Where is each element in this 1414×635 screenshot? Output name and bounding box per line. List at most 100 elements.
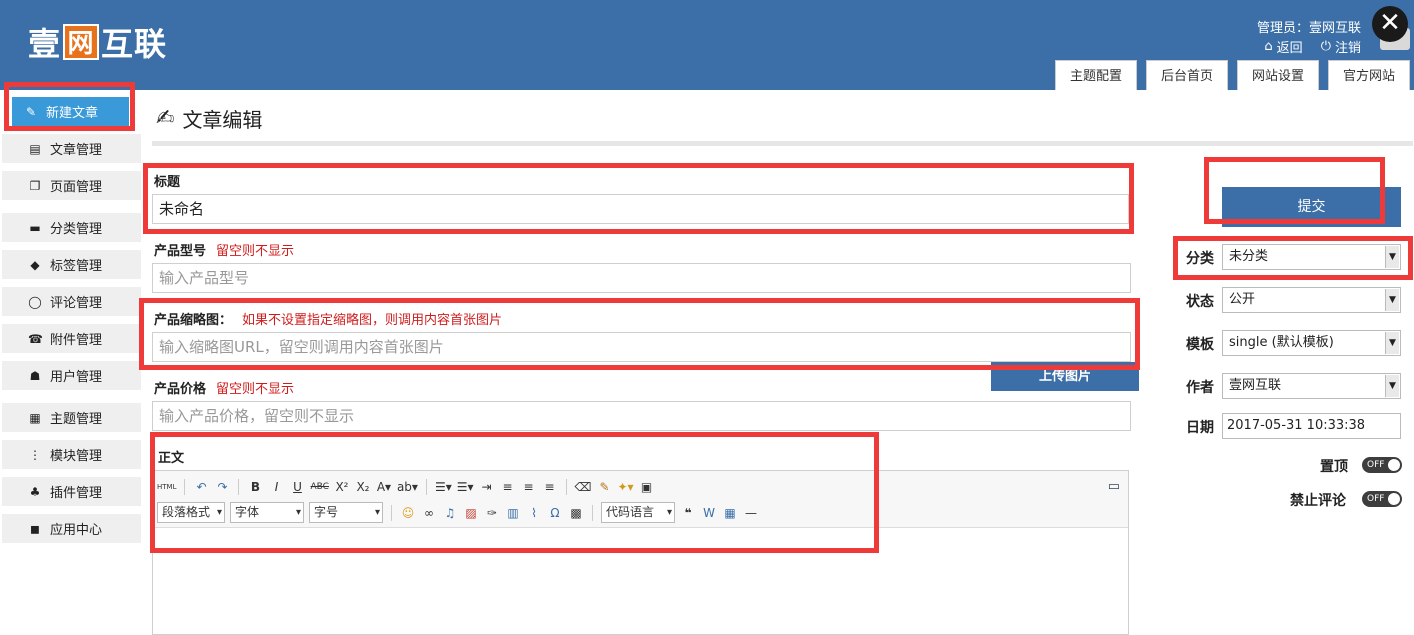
image-icon[interactable]: ▨ — [463, 504, 479, 522]
fullscreen-icon[interactable]: ▭ — [1108, 479, 1120, 494]
eraser-icon[interactable]: ⌫ — [575, 478, 592, 496]
superscript-icon[interactable]: X² — [334, 478, 350, 496]
tab-admin-home[interactable]: 后台首页 — [1145, 60, 1228, 90]
admin-links: ⌂ 返回 ⏻ 注销 — [1264, 37, 1361, 56]
horizontal-rule-icon[interactable]: — — [743, 504, 759, 522]
logout-link[interactable]: ⏻ 注销 — [1321, 37, 1361, 56]
highlight-icon[interactable]: ab▾ — [397, 478, 418, 496]
toolbar-separator — [565, 479, 567, 495]
italic-icon[interactable]: I — [268, 478, 284, 496]
price-hint: 留空则不显示 — [216, 382, 295, 397]
model-input[interactable]: 输入产品型号 — [152, 263, 1131, 293]
sidebar-item-label: 评论管理 — [50, 296, 103, 311]
blockquote-icon[interactable]: ❝ — [680, 504, 696, 522]
code-language-select[interactable]: 代码语言 — [601, 502, 676, 523]
model-label: 产品型号 留空则不显示 — [154, 240, 294, 259]
sidebar-item-module-manage[interactable]: ⋮ 模块管理 — [2, 440, 141, 470]
status-label: 状态 — [1186, 294, 1214, 310]
template-select[interactable]: single (默认模板) ▼ — [1222, 330, 1401, 356]
sidebar-item-app-center[interactable]: ◼ 应用中心 — [2, 514, 141, 544]
upload-image-button[interactable]: 上传图片 — [991, 362, 1139, 391]
sidebar-item-theme-manage[interactable]: ▦ 主题管理 — [2, 403, 141, 433]
sidebar-item-attachment-manage[interactable]: ☎ 附件管理 — [2, 324, 141, 354]
paragraph-format-select[interactable]: 段落格式 — [157, 502, 226, 523]
tag-icon: ◆ — [30, 257, 40, 272]
undo-icon[interactable]: ↶ — [193, 478, 209, 496]
emoji-icon[interactable]: ☺ — [400, 504, 416, 522]
bold-icon[interactable]: B — [247, 478, 263, 496]
video-icon[interactable]: ▥ — [505, 504, 521, 522]
price-input[interactable]: 输入产品价格，留空则不显示 — [152, 401, 1131, 431]
app-center-icon: ◼ — [30, 521, 40, 536]
strikethrough-icon[interactable]: ABC — [310, 478, 328, 496]
indent-icon[interactable]: ⇥ — [479, 478, 495, 496]
tab-official-site[interactable]: 官方网站 — [1327, 60, 1410, 90]
toolbar-separator — [592, 504, 594, 521]
redo-icon[interactable]: ↷ — [214, 478, 230, 496]
sidebar-item-label: 页面管理 — [50, 180, 103, 195]
site-logo[interactable]: 壹 网 互联 — [28, 22, 168, 63]
underline-icon[interactable]: U — [289, 478, 305, 496]
music-icon[interactable]: ♫ — [442, 504, 458, 522]
sidebar-item-user-manage[interactable]: ☗ 用户管理 — [2, 361, 141, 391]
align-right-icon[interactable]: ≡ — [542, 478, 558, 496]
toolbar-row-1: HTML ↶ ↷ B I U ABC X² X₂ A▾ ab▾ ☰▾ ☰▾ ⇥ … — [157, 478, 655, 496]
thumbnail-label: 产品缩略图： 如果不设置指定缩略图，则调用内容首张图片 — [154, 309, 502, 328]
font-family-select[interactable]: 字体 — [230, 502, 305, 523]
sidebar-item-label: 分类管理 — [50, 222, 103, 237]
sidebar-item-new-article[interactable]: ✎ 新建文章 — [12, 97, 129, 127]
sidebar-item-tag-manage[interactable]: ◆ 标签管理 — [2, 250, 141, 280]
submit-button[interactable]: 提交 — [1222, 187, 1401, 227]
page-title-text: 文章编辑 — [182, 108, 263, 132]
map-icon[interactable]: ▩ — [568, 504, 584, 522]
back-label: 返回 — [1276, 41, 1303, 56]
template-value: single (默认模板) — [1229, 335, 1334, 350]
editor-content-area[interactable] — [153, 528, 1128, 634]
module-icon: ⋮ — [29, 447, 41, 462]
unordered-list-icon[interactable]: ☰▾ — [457, 478, 474, 496]
thumbnail-input[interactable]: 输入缩略图URL，留空则调用内容首张图片 — [152, 332, 1131, 362]
html-source-button[interactable]: HTML — [157, 478, 176, 496]
format-brush-icon[interactable]: ✎ — [596, 478, 612, 496]
font-size-select[interactable]: 字号 — [309, 502, 384, 523]
model-hint: 留空则不显示 — [216, 244, 295, 259]
date-input[interactable]: 2017-05-31 10:33:38 — [1222, 413, 1401, 439]
ordered-list-icon[interactable]: ☰▾ — [435, 478, 452, 496]
sidebar-item-page-manage[interactable]: ❐ 页面管理 — [2, 171, 141, 201]
back-link[interactable]: ⌂ 返回 — [1264, 37, 1302, 56]
paste-text-icon[interactable]: ▣ — [639, 478, 655, 496]
align-center-icon[interactable]: ≡ — [521, 478, 537, 496]
word-paste-icon[interactable]: W — [701, 504, 717, 522]
sidebar-item-article-manage[interactable]: ▤ 文章管理 — [2, 134, 141, 164]
tab-theme-config[interactable]: 主题配置 — [1054, 60, 1137, 90]
tab-site-settings[interactable]: 网站设置 — [1236, 60, 1319, 90]
scrawl-icon[interactable]: ✑ — [484, 504, 500, 522]
status-select[interactable]: 公开 ▼ — [1222, 287, 1401, 313]
toolbar-row-2: 段落格式 字体 字号 ☺ ∞ ♫ ▨ ✑ ▥ ⌇ Ω ▩ 代码语言 ❝ W ▦ … — [157, 502, 759, 523]
model-label-text: 产品型号 — [154, 244, 207, 259]
pages-icon: ❐ — [29, 178, 41, 193]
sidebar-item-label: 应用中心 — [50, 523, 103, 538]
link-icon[interactable]: ∞ — [421, 504, 437, 522]
pin-toggle[interactable]: OFF — [1362, 457, 1402, 473]
align-left-icon[interactable]: ≡ — [500, 478, 516, 496]
sidebar: ✎ 新建文章 ▤ 文章管理 ❐ 页面管理 ▬ 分类管理 ◆ 标签管理 ◯ 评论管… — [0, 90, 141, 635]
sidebar-item-comment-manage[interactable]: ◯ 评论管理 — [2, 287, 141, 317]
magic-wand-icon[interactable]: ✦▾ — [617, 478, 633, 496]
logo-suffix: 互联 — [101, 25, 168, 63]
disable-comment-toggle[interactable]: OFF — [1362, 491, 1402, 507]
page-title: ✍ 文章编辑 — [156, 104, 262, 133]
category-select[interactable]: 未分类 ▼ — [1222, 244, 1401, 270]
subscript-icon[interactable]: X₂ — [355, 478, 371, 496]
title-input[interactable]: 未命名 — [152, 194, 1129, 224]
sidebar-item-category-manage[interactable]: ▬ 分类管理 — [2, 213, 141, 243]
special-char-icon[interactable]: Ω — [547, 504, 563, 522]
attachment-clip-icon[interactable]: ⌇ — [526, 504, 542, 522]
close-icon[interactable]: ✕ — [1372, 6, 1408, 42]
admin-info: 管理员：壹网互联 — [1256, 21, 1361, 36]
logo-boxed-char: 网 — [63, 24, 100, 60]
font-color-icon[interactable]: A▾ — [376, 478, 392, 496]
table-icon[interactable]: ▦ — [722, 504, 738, 522]
sidebar-item-plugin-manage[interactable]: ♣ 插件管理 — [2, 477, 141, 507]
author-select[interactable]: 壹网互联 ▼ — [1222, 373, 1401, 399]
